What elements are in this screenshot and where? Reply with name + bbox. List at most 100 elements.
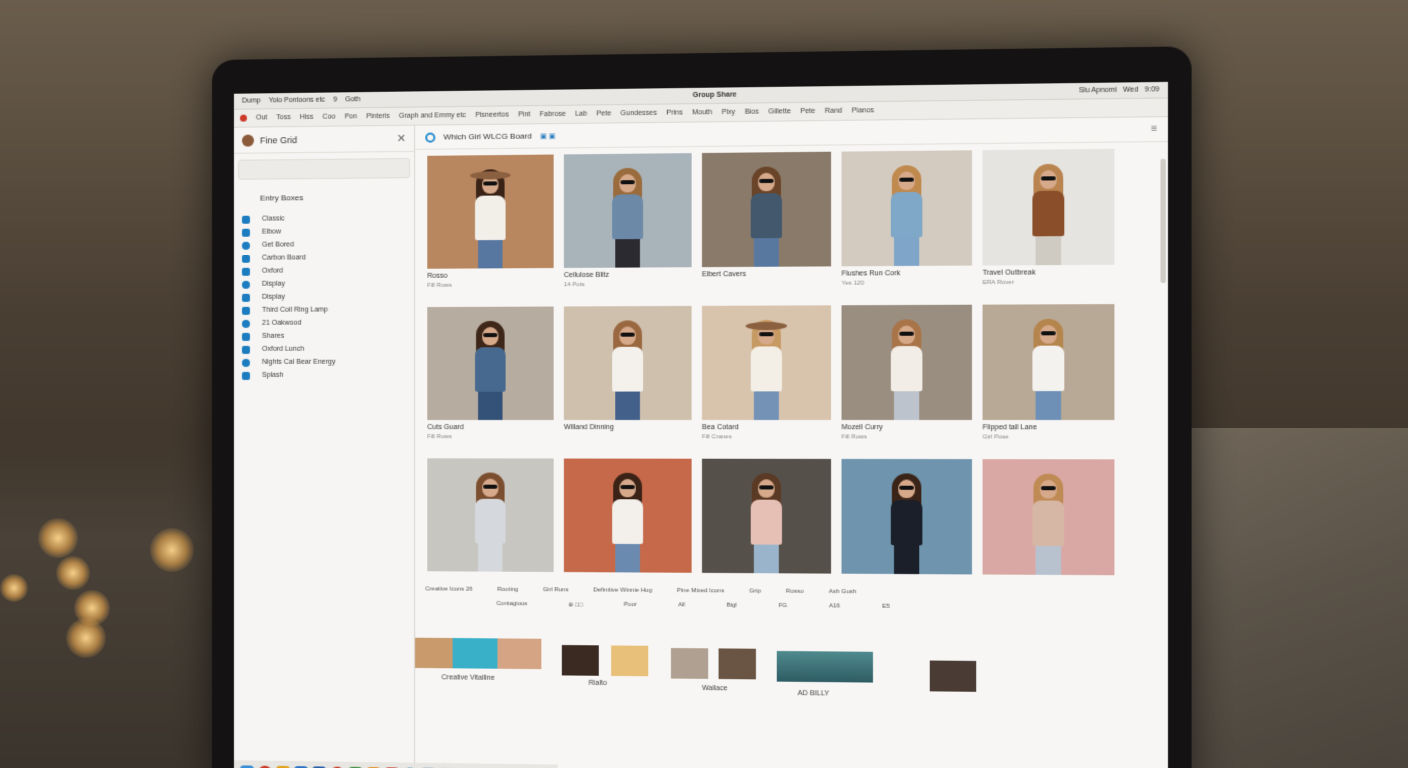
figure-glasses (483, 484, 498, 489)
photo-card[interactable]: Travel Outbreak ERA Rover (982, 148, 1115, 305)
bookmark-item[interactable]: Gundesses (620, 110, 657, 118)
photo-card[interactable]: Elbert Cavers (701, 151, 832, 306)
sidebar-item[interactable]: Shares (241, 329, 414, 343)
bookmark-item[interactable]: Prins (666, 109, 682, 116)
figure-body (1032, 500, 1065, 547)
thumbnail[interactable] (929, 660, 977, 692)
bookmark-item[interactable]: Pint (518, 111, 530, 118)
sidebar-item[interactable]: Oxford Lunch (241, 342, 414, 356)
sidebar-item[interactable]: Nights Cal Bear Energy (241, 355, 414, 368)
sidebar-item-label: 21 Oakwood (261, 319, 302, 327)
status-item[interactable]: Slu Apnomi (1079, 87, 1117, 95)
tag-icons[interactable]: ▣ ▣ (540, 132, 556, 140)
bookmark-item[interactable]: Pete (800, 108, 815, 115)
figure-body (475, 195, 506, 241)
figure-glasses (1040, 486, 1056, 491)
sidebar-item[interactable]: Display (241, 277, 414, 291)
sidebar-item[interactable]: Oxford (241, 264, 414, 278)
avatar[interactable] (241, 134, 254, 147)
sidebar-item-label: Display (261, 280, 285, 288)
thumbnail[interactable] (670, 647, 709, 679)
folder-icon (241, 371, 250, 380)
figure-legs (1035, 234, 1062, 266)
bookmark-item[interactable]: Graph and Emmy etc (399, 112, 466, 120)
menu-item[interactable]: Dump (242, 97, 261, 104)
sidebar-item[interactable]: Get Bored (241, 238, 414, 252)
sidebar-item[interactable]: Carbon Board (241, 251, 414, 265)
bookmark-item[interactable]: Pianos (852, 107, 874, 114)
bookmark-item[interactable]: Mouth (692, 109, 712, 116)
figure-body (1032, 345, 1065, 392)
menu-item[interactable]: Goth (345, 96, 360, 103)
sidebar-item[interactable]: Splash (241, 369, 414, 382)
search-input[interactable] (237, 157, 411, 180)
close-icon[interactable]: ✕ (397, 132, 406, 145)
outfit-photo[interactable] (427, 458, 554, 572)
menu-item[interactable]: Yolo Pontoons etc (269, 97, 325, 105)
photo-card[interactable]: Flushes Run Cork Yes 120 (841, 150, 972, 305)
sidebar-item[interactable]: Display (241, 290, 414, 304)
bookmark-item[interactable]: Pete (596, 110, 611, 117)
bookmark-item[interactable]: Toss (276, 114, 290, 121)
sidebar-item[interactable]: 21 Oakwood (241, 316, 414, 330)
bookmark-item[interactable]: Rand (825, 108, 843, 115)
bookmark-item[interactable]: Pon (345, 113, 358, 120)
outfit-photo[interactable] (841, 304, 972, 420)
bookmark-item[interactable]: Lab (575, 111, 587, 118)
thumbnail[interactable] (776, 650, 873, 683)
outfit-photo[interactable] (982, 304, 1115, 420)
outfit-photo[interactable] (841, 458, 972, 575)
list-icon[interactable]: ≡ (1151, 123, 1157, 134)
bookmark-item[interactable]: Gillette (768, 108, 791, 115)
outfit-photo[interactable] (427, 306, 554, 420)
sidebar-item[interactable]: Classic (241, 211, 414, 225)
app-window: Fine Grid ✕ Entry Boxes Classic Elbow Get … (233, 117, 1168, 768)
outfit-photo[interactable] (982, 148, 1115, 266)
folder-icon (241, 345, 250, 354)
folder-icon (241, 293, 250, 302)
thumbnail[interactable] (415, 637, 542, 670)
photo-card[interactable]: Cellulose Blitz 14 Pots (563, 153, 692, 306)
sidebar-item-label: Splash (261, 371, 284, 379)
sidebar-item-label: Carbon Board (261, 254, 306, 262)
outfit-photo[interactable] (982, 459, 1115, 576)
sidebar-item[interactable]: Elbow (241, 224, 414, 238)
outfit-photo[interactable] (563, 153, 692, 268)
outfit-photo[interactable] (563, 458, 692, 573)
folder-icon (241, 319, 250, 328)
outfit-photo[interactable] (427, 154, 554, 269)
bookmark-item[interactable]: Pisneertos (475, 111, 509, 118)
outfit-photo[interactable] (701, 151, 832, 268)
sidebar-item-label: Nights Cal Bear Energy (261, 358, 336, 366)
photo-card[interactable]: Bea Cotard Fill Cranes (701, 305, 832, 459)
folder-icon (241, 254, 250, 263)
thumbnail[interactable] (561, 645, 599, 676)
photo-card[interactable]: Mozell Curry Fill Rows (841, 304, 972, 459)
bookmark-item[interactable]: Pinteris (366, 113, 390, 120)
laptop-bezel: Dump Yolo Pontoons etc 9 Goth Group Shar… (212, 46, 1192, 768)
sidebar-item[interactable]: Third Coil Ring Lamp (241, 303, 414, 317)
scrollbar[interactable] (1160, 158, 1166, 284)
bookmark-item[interactable]: Pixy (722, 109, 736, 116)
menu-item[interactable]: 9 (333, 96, 337, 103)
photo-card[interactable]: Rosso Fill Rows (427, 154, 554, 308)
board-title: Which Girl WLCG Board (443, 131, 532, 142)
bookmark-item[interactable]: Out (256, 114, 267, 121)
figure-body (890, 191, 923, 238)
bookmark-item[interactable]: Fabrose (540, 111, 566, 118)
bookmark-item[interactable]: Bios (745, 109, 759, 116)
folder-icon (241, 306, 250, 315)
outfit-photo[interactable] (701, 305, 832, 420)
thumbnail[interactable] (611, 645, 649, 677)
outfit-photo[interactable] (701, 458, 832, 574)
photo-card[interactable]: Willand Dinning (563, 305, 692, 459)
outfit-photo[interactable] (563, 305, 692, 420)
photo-card[interactable]: Cuts Guard Fill Rows (427, 306, 554, 459)
thumbnail-caption: Rialto (588, 679, 607, 688)
bookmark-item[interactable]: Coo (323, 114, 336, 121)
bookmark-item[interactable]: Hiss (300, 114, 314, 121)
photo-card[interactable]: Flipped tall Lane Girl Pose (982, 304, 1115, 459)
thumbnail[interactable] (718, 648, 756, 680)
photo-subtitle: Fill Rows (841, 434, 868, 441)
outfit-photo[interactable] (841, 150, 972, 267)
